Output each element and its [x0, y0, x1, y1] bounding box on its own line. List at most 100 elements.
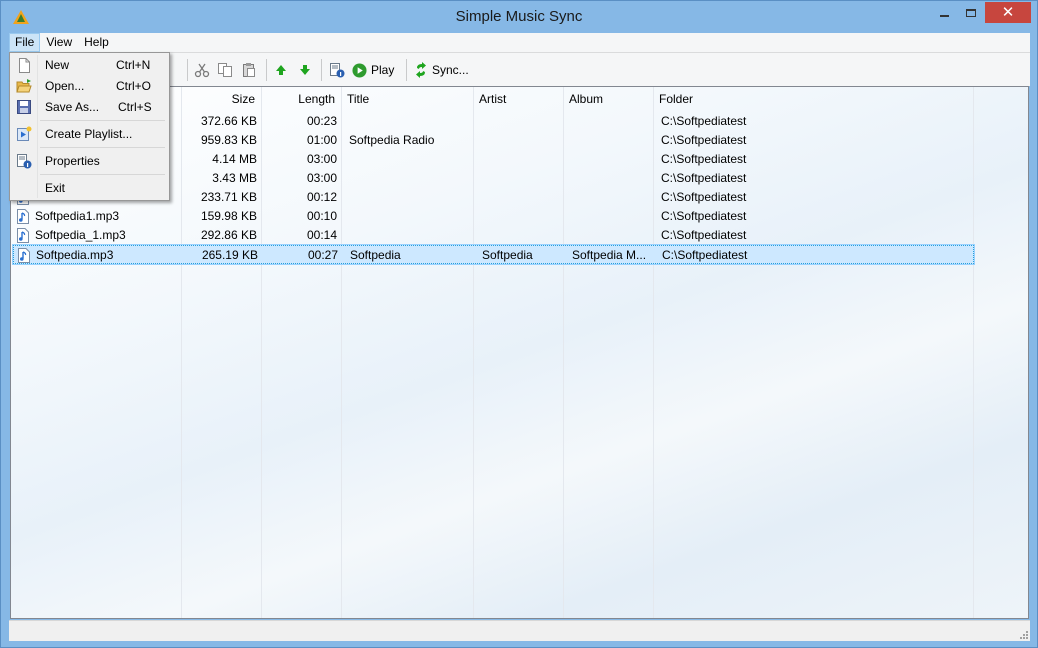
cell-album: [565, 207, 655, 226]
table-row[interactable]: Softpedia.mp3 265.19 KB 00:27 Softpedia Soft…: [12, 244, 975, 265]
copy-button[interactable]: [217, 60, 233, 80]
menu-view[interactable]: View: [40, 33, 78, 52]
column-header-artist[interactable]: Artist: [473, 87, 563, 111]
move-down-button[interactable]: [297, 60, 313, 80]
column-header-album[interactable]: Album: [563, 87, 653, 111]
table-row[interactable]: Softpedia_1.mp3 292.86 KB 00:14 C:\Softpedi…: [13, 226, 974, 245]
paste-button[interactable]: [241, 60, 257, 80]
sync-icon: [416, 62, 426, 78]
cell-name: Softpedia.mp3: [36, 248, 114, 262]
menu-item-create-playlist[interactable]: Create Playlist...: [12, 124, 167, 144]
cell-folder: C:\Softpediatest: [661, 209, 747, 223]
cell-name: Softpedia1.mp3: [35, 209, 120, 223]
audio-file-icon: [17, 228, 29, 243]
file-menu-dropdown: New Ctrl+N Open... Ctrl+O Save As... Ctr…: [9, 52, 170, 201]
cell-size: 372.66 KB: [200, 114, 257, 128]
toolbar-separator: [321, 59, 322, 81]
cell-album: [565, 226, 655, 245]
properties-button[interactable]: [329, 60, 345, 80]
cell-artist: [475, 226, 565, 245]
properties-icon: [17, 154, 32, 169]
menu-item-open[interactable]: Open... Ctrl+O: [12, 76, 167, 96]
menu-item-label: Save As...: [45, 100, 100, 114]
window-title: Simple Music Sync: [455, 8, 583, 25]
menu-help[interactable]: Help: [78, 33, 115, 52]
cell-artist: [475, 112, 565, 131]
menu-item-label: Open...: [45, 79, 85, 93]
minimize-button[interactable]: [931, 2, 957, 23]
menu-item-label: New: [45, 58, 70, 72]
save-disk-icon: [17, 100, 31, 114]
cell-length: 03:00: [306, 171, 337, 185]
paste-icon: [243, 63, 255, 77]
toolbar-separator: [266, 59, 267, 81]
menu-item-new[interactable]: New Ctrl+N: [12, 55, 167, 75]
minimize-icon: [939, 14, 949, 17]
cut-button[interactable]: [194, 60, 210, 80]
move-up-button[interactable]: [273, 60, 289, 80]
cell-title: [343, 112, 475, 131]
cell-size: 292.86 KB: [200, 228, 257, 242]
cell-title: [343, 188, 475, 207]
cell-album: [565, 131, 655, 150]
audio-file-icon: [17, 209, 29, 224]
cell-title: [343, 150, 475, 169]
open-folder-icon: [16, 79, 32, 93]
menu-item-exit[interactable]: Exit: [12, 178, 167, 198]
playlist-icon: [17, 126, 32, 141]
menu-item-shortcut: Ctrl+N: [116, 58, 151, 72]
cell-artist: Softpedia: [482, 248, 533, 262]
cell-title: [343, 169, 475, 188]
column-header-size[interactable]: Size: [181, 87, 261, 111]
arrow-up-icon: [276, 65, 286, 75]
cell-artist: [475, 131, 565, 150]
menu-help-label: Help: [84, 35, 109, 49]
menu-item-label: Create Playlist...: [45, 127, 133, 141]
toolbar-separator: [406, 59, 407, 81]
cell-title: Softpedia Radio: [349, 133, 435, 147]
cell-artist: [475, 150, 565, 169]
menu-file[interactable]: File: [9, 33, 41, 52]
cell-album: [565, 169, 655, 188]
cell-size: 265.19 KB: [201, 248, 258, 262]
column-header-length[interactable]: Length: [261, 87, 341, 111]
cell-folder: C:\Softpediatest: [661, 171, 747, 185]
cell-length: 01:00: [306, 133, 337, 147]
cell-artist: [475, 207, 565, 226]
title-bar[interactable]: Simple Music Sync ✕: [1, 1, 1037, 33]
cell-title: [343, 207, 475, 226]
cut-icon: [194, 63, 210, 78]
cell-folder: C:\Softpediatest: [661, 114, 747, 128]
cell-length: 00:12: [306, 190, 337, 204]
close-button[interactable]: ✕: [985, 2, 1031, 23]
play-icon: [352, 62, 367, 78]
cell-length: 00:14: [306, 228, 337, 242]
menu-separator: [40, 120, 165, 121]
play-label: Play: [371, 63, 395, 77]
column-header-folder[interactable]: Folder: [653, 87, 973, 111]
play-button[interactable]: Play: [352, 60, 394, 80]
cell-album: [565, 112, 655, 131]
cell-album: Softpedia M...: [572, 248, 647, 262]
menu-separator: [40, 174, 165, 175]
menu-item-save-as[interactable]: Save As... Ctrl+S: [12, 97, 167, 117]
cell-size: 4.14 MB: [212, 152, 257, 166]
cell-length: 00:23: [306, 114, 337, 128]
maximize-button[interactable]: [958, 2, 984, 23]
cell-folder: C:\Softpediatest: [662, 248, 748, 262]
cell-artist: [475, 188, 565, 207]
cell-folder: C:\Softpediatest: [661, 190, 747, 204]
cell-length: 00:27: [307, 248, 338, 262]
resize-grip-icon[interactable]: [1018, 629, 1028, 639]
arrow-down-icon: [300, 65, 310, 75]
properties-icon: [330, 63, 345, 78]
cell-length: 03:00: [306, 152, 337, 166]
cell-length: 00:10: [306, 209, 337, 223]
toolbar-separator: [187, 59, 188, 81]
menu-item-properties[interactable]: Properties: [12, 151, 167, 171]
table-row[interactable]: Softpedia1.mp3 159.98 KB 00:10 C:\Softpedia…: [13, 207, 974, 226]
cell-title: [343, 226, 475, 245]
sync-button[interactable]: Sync...: [414, 60, 469, 80]
menu-item-shortcut: Ctrl+S: [118, 100, 152, 114]
column-header-title[interactable]: Title: [341, 87, 473, 111]
